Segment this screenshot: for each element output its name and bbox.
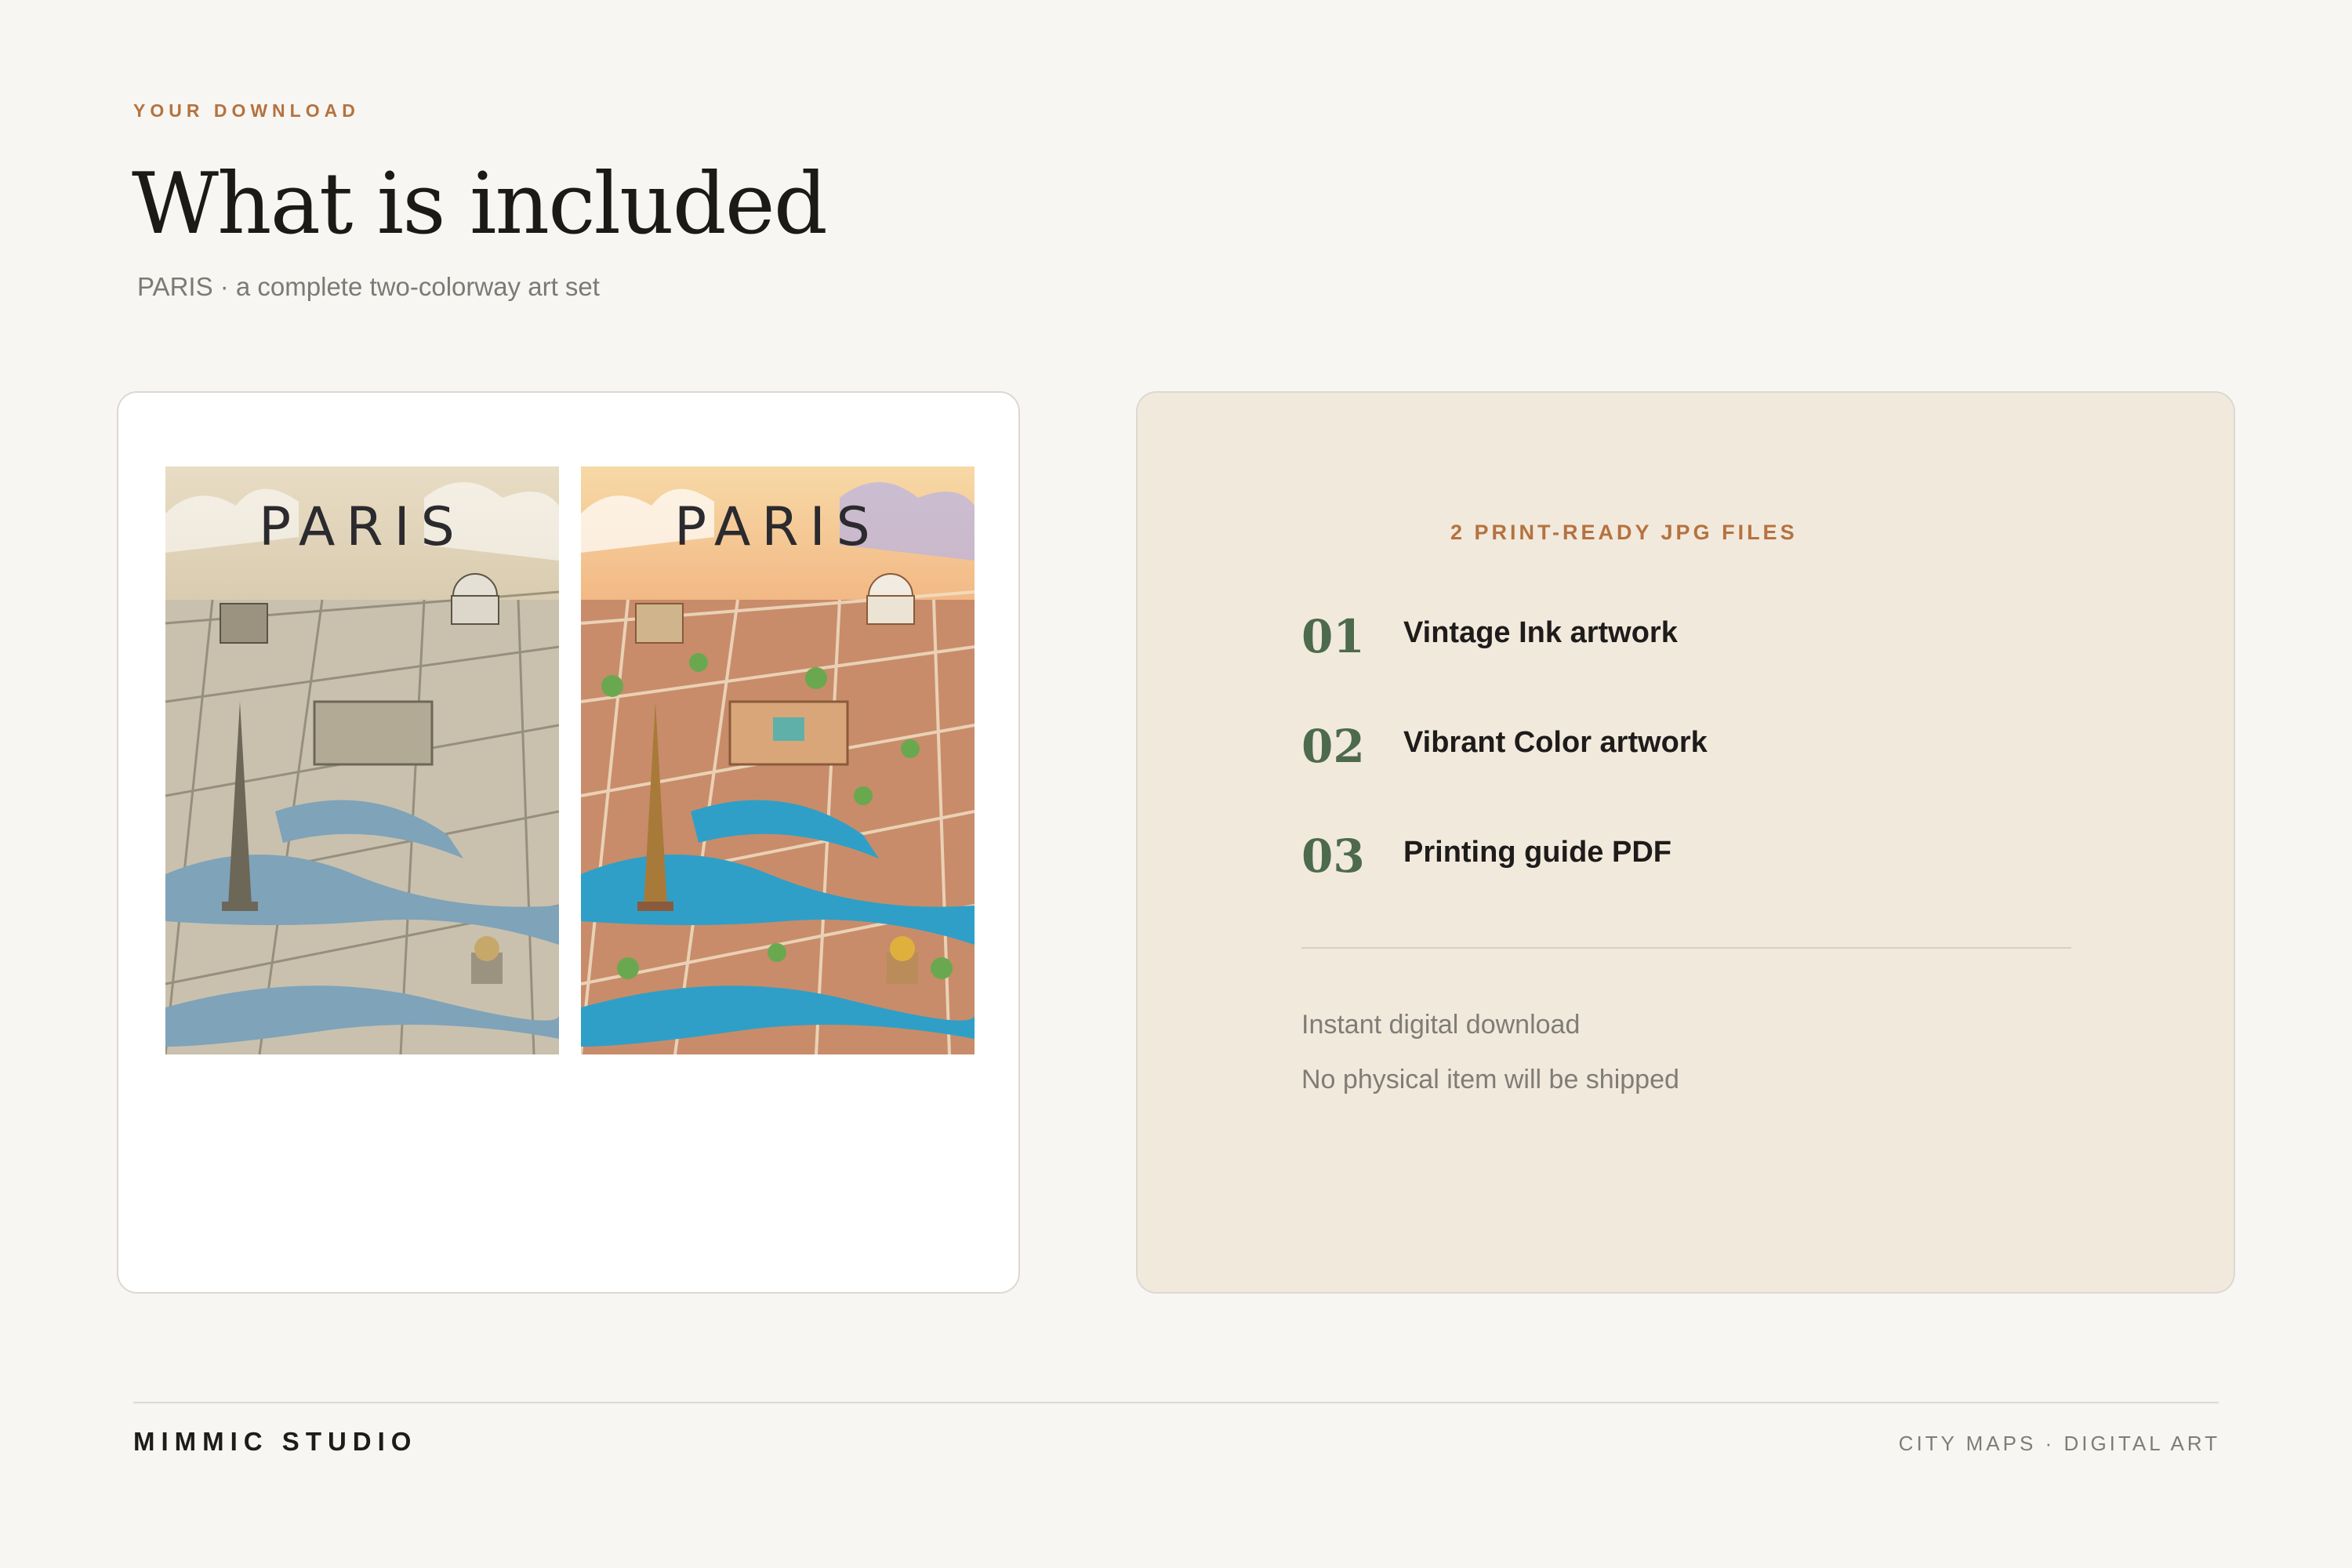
eyebrow-label: YOUR DOWNLOAD: [133, 100, 360, 121]
page-subtitle: PARIS · a complete two-colorway art set: [137, 272, 600, 301]
note-no-shipping: No physical item will be shipped: [1301, 1065, 1679, 1094]
poster-vintage-ink: PARIS: [165, 466, 559, 1054]
footer-divider: [133, 1402, 2219, 1403]
poster-title: PARIS: [674, 496, 881, 558]
brand-name: MIMMIC STUDIO: [133, 1427, 418, 1456]
file-number: 03: [1301, 829, 1365, 883]
file-label: Printing guide PDF: [1403, 836, 1671, 869]
page-title: What is included: [132, 155, 828, 253]
poster-title: PARIS: [259, 496, 466, 558]
note-instant-download: Instant digital download: [1301, 1010, 1581, 1040]
file-number: 01: [1301, 610, 1365, 663]
file-label: Vintage Ink artwork: [1403, 616, 1678, 649]
file-label: Vibrant Color artwork: [1403, 726, 1708, 759]
file-number: 02: [1301, 720, 1365, 773]
files-heading: 2 PRINT-READY JPG FILES: [1450, 521, 1798, 544]
footer-tagline: CITY MAPS · DIGITAL ART: [1898, 1432, 2220, 1455]
poster-vibrant-color: PARIS: [581, 466, 975, 1054]
divider: [1301, 947, 2071, 949]
